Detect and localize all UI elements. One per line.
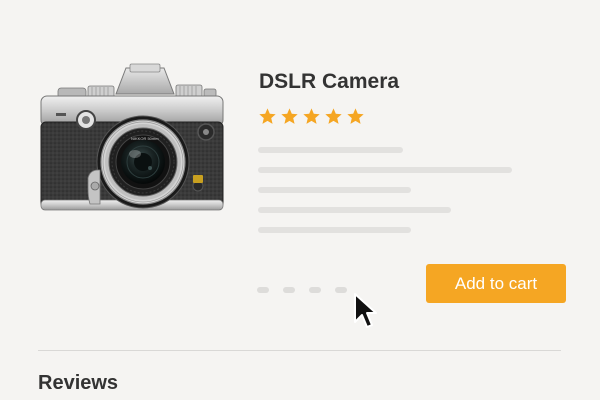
- product-title: DSLR Camera: [259, 70, 400, 93]
- star-icon: [259, 108, 276, 124]
- image-pager: [257, 287, 347, 293]
- pager-dot[interactable]: [335, 287, 347, 293]
- star-icon: [303, 108, 320, 124]
- description-placeholder-line: [258, 187, 411, 193]
- section-divider: [38, 350, 561, 351]
- description-placeholder-line: [258, 147, 403, 153]
- pager-dot[interactable]: [309, 287, 321, 293]
- mouse-pointer-icon: [352, 292, 378, 330]
- camera-icon: NIKKOR 50mm: [40, 63, 224, 211]
- star-icon: [347, 108, 364, 124]
- description-placeholder-line: [258, 227, 411, 233]
- star-icon: [325, 108, 342, 124]
- star-icon: [281, 108, 298, 124]
- svg-text:NIKKOR 50mm: NIKKOR 50mm: [131, 136, 159, 141]
- star-rating: [258, 107, 365, 126]
- product-image: NIKKOR 50mm: [38, 58, 228, 214]
- reviews-heading: Reviews: [38, 372, 119, 394]
- description-placeholder-line: [258, 167, 512, 173]
- add-to-cart-button[interactable]: Add to cart: [426, 264, 566, 303]
- pager-dot[interactable]: [257, 287, 269, 293]
- description-placeholder-line: [258, 207, 451, 213]
- pager-dot[interactable]: [283, 287, 295, 293]
